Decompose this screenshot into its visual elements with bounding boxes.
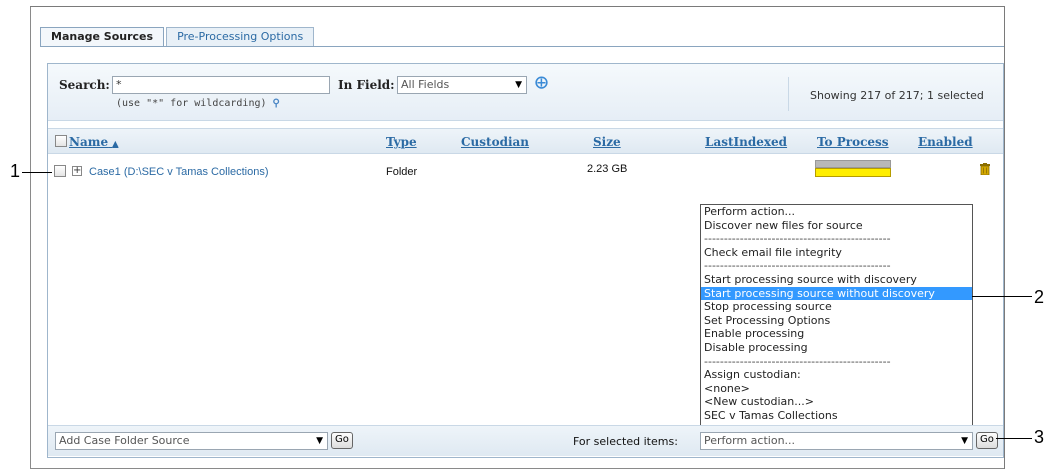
action-menu-item[interactable]: Start processing source with discovery	[701, 273, 972, 287]
action-menu-separator: ----------------------------------------…	[704, 259, 891, 273]
wildcard-hint: (use "*" for wildcarding) ⚲	[116, 98, 280, 109]
trash-icon[interactable]	[980, 163, 990, 175]
add-source-value: Add Case Folder Source	[59, 434, 190, 447]
action-menu-separator: ----------------------------------------…	[704, 232, 891, 246]
source-type: Folder	[386, 166, 418, 178]
in-field-select[interactable]: All Fields ▼	[397, 76, 527, 94]
callout-3: 3	[1034, 427, 1045, 447]
column-header-size[interactable]: Size	[593, 135, 621, 149]
row-checkbox[interactable]	[54, 165, 66, 177]
action-menu-item[interactable]: <none>	[701, 382, 972, 396]
callout-3-line	[996, 438, 1032, 439]
tab-bar: Manage Sources Pre-Processing Options	[40, 27, 316, 47]
toolbar-divider	[788, 77, 789, 111]
column-header-enabled[interactable]: Enabled	[918, 135, 973, 149]
column-header-custodian[interactable]: Custodian	[461, 135, 529, 149]
action-menu-item[interactable]: Discover new files for source	[701, 219, 972, 233]
tab-manage-sources[interactable]: Manage Sources	[40, 27, 165, 47]
search-input[interactable]: *	[112, 76, 330, 94]
in-field-label: In Field:	[338, 78, 395, 92]
action-menu-item[interactable]: Disable processing	[701, 341, 972, 355]
column-header-name-label: Name	[69, 135, 109, 149]
pending-progress-bar	[815, 168, 891, 177]
action-menu-item[interactable]: Check email file integrity	[701, 246, 972, 260]
frame-border-right	[1004, 6, 1005, 469]
callout-1-line	[22, 172, 52, 173]
column-header-lastindexed[interactable]: LastIndexed	[705, 135, 787, 149]
source-size: 2.23 GB	[587, 163, 628, 175]
frame-border-top	[30, 6, 1005, 7]
tab-underline	[40, 46, 1004, 47]
for-selected-label: For selected items:	[573, 435, 678, 448]
action-menu-item[interactable]: Enable processing	[701, 327, 972, 341]
expand-icon[interactable]: +	[72, 166, 82, 176]
column-header-type[interactable]: Type	[386, 135, 417, 149]
perform-action-go-button[interactable]: Go	[976, 432, 998, 449]
result-status: Showing 217 of 217; 1 selected	[810, 89, 984, 102]
column-header-name[interactable]: Name ▲	[69, 135, 118, 149]
select-all-checkbox[interactable]	[55, 135, 67, 147]
add-field-icon[interactable]: ⨁	[535, 75, 548, 90]
action-menu-item[interactable]: Stop processing source	[701, 300, 972, 314]
callout-2-line	[972, 296, 1032, 297]
search-toolbar: Search: * (use "*" for wildcarding) ⚲ In…	[48, 64, 1003, 121]
callout-2: 2	[1034, 287, 1045, 307]
action-menu-item[interactable]: Assign custodian:	[701, 368, 972, 382]
chevron-down-icon: ▼	[515, 80, 522, 90]
chevron-down-icon: ▼	[316, 436, 323, 446]
action-menu-item[interactable]: Start processing source without discover…	[701, 286, 972, 301]
add-source-select[interactable]: Add Case Folder Source ▼	[55, 432, 328, 450]
perform-action-select[interactable]: Perform action... ▼	[700, 432, 973, 450]
processed-progress-bar	[815, 160, 891, 168]
help-icon[interactable]: ⚲	[273, 98, 280, 109]
add-source-go-button[interactable]: Go	[331, 432, 353, 449]
sort-ascending-icon: ▲	[112, 138, 119, 148]
action-dropdown-list[interactable]: Perform action... Discover new files for …	[700, 204, 973, 428]
search-label: Search:	[59, 78, 110, 92]
bottom-action-bar: Add Case Folder Source ▼ Go For selected…	[48, 425, 1003, 456]
tab-pre-processing-options[interactable]: Pre-Processing Options	[166, 27, 315, 47]
column-header-to-process[interactable]: To Process	[817, 135, 889, 149]
source-name-link[interactable]: Case1 (D:\SEC v Tamas Collections)	[89, 166, 269, 178]
callout-1: 1	[10, 161, 21, 181]
perform-action-value: Perform action...	[704, 434, 796, 447]
action-menu-item[interactable]: <New custodian...>	[701, 395, 972, 409]
table-header: Name ▲ Type Custodian Size LastIndexed T…	[48, 128, 1003, 154]
chevron-down-icon: ▼	[961, 436, 968, 446]
in-field-value: All Fields	[401, 78, 450, 91]
action-menu-item[interactable]: Set Processing Options	[701, 314, 972, 328]
action-menu-item[interactable]: Perform action...	[701, 205, 972, 219]
action-menu-item[interactable]: SEC v Tamas Collections	[701, 409, 972, 423]
action-menu-separator: ----------------------------------------…	[704, 354, 891, 368]
